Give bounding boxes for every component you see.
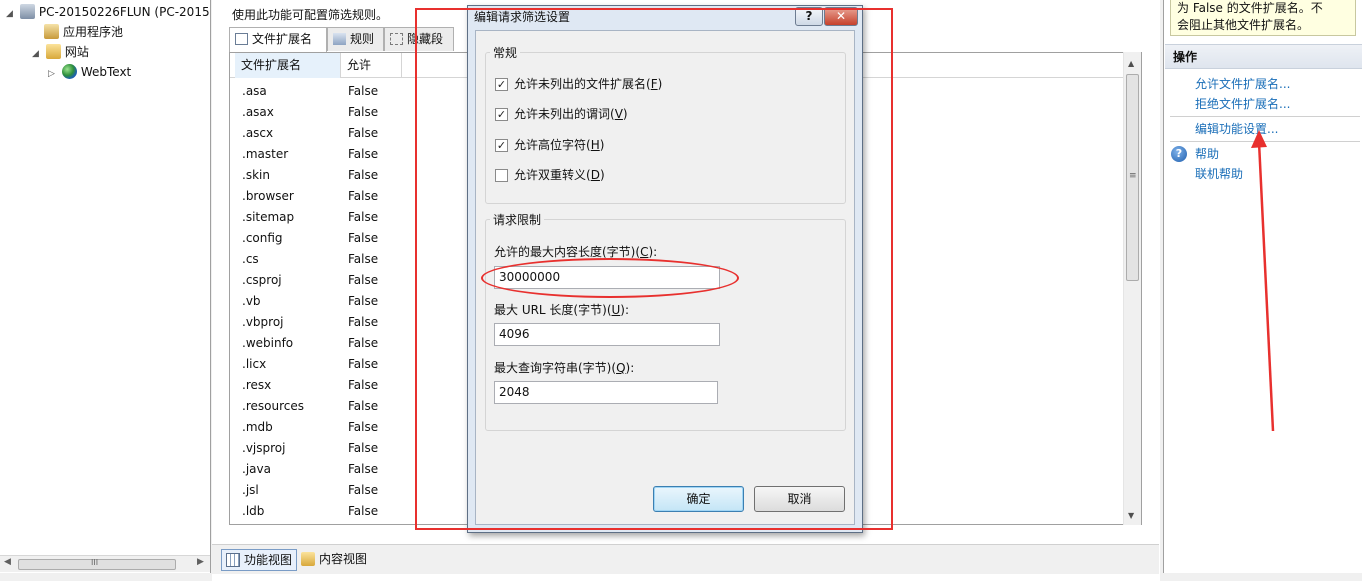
online-help-link[interactable]: 联机帮助 xyxy=(1195,166,1243,182)
tree-item-server[interactable]: ◢ PC-20150226FLUN (PC-2015 xyxy=(6,2,210,22)
allowed-cell: False xyxy=(348,147,379,161)
allowed-cell: False xyxy=(348,189,379,203)
annotation-ellipse xyxy=(481,258,739,298)
info-tip: 为 False 的文件扩展名。不 会阻止其他文件扩展名。 xyxy=(1170,0,1356,36)
document-icon xyxy=(235,33,248,45)
allowed-cell: False xyxy=(348,273,379,287)
expand-icon[interactable]: ▷ xyxy=(48,64,58,84)
allowed-cell: False xyxy=(348,210,379,224)
extension-cell: .webinfo xyxy=(242,336,294,350)
extension-cell: .master xyxy=(242,147,289,161)
allowed-cell: False xyxy=(348,105,379,119)
allowed-cell: False xyxy=(348,378,379,392)
rules-icon xyxy=(333,33,346,45)
scroll-up-icon[interactable]: ▲ xyxy=(1128,59,1134,68)
allowed-cell: False xyxy=(348,504,379,518)
thumb-grip: III xyxy=(91,558,99,567)
extension-cell: .csproj xyxy=(242,273,282,287)
divider xyxy=(1170,116,1360,117)
tree-horizontal-scrollbar[interactable]: ◀ III ▶ xyxy=(0,555,210,572)
allowed-cell: False xyxy=(348,84,379,98)
allowed-cell: False xyxy=(348,462,379,476)
collapse-icon[interactable]: ◢ xyxy=(6,4,16,24)
extension-cell: .licx xyxy=(242,357,267,371)
segments-icon xyxy=(390,33,403,45)
allow-extension-link[interactable]: 允许文件扩展名... xyxy=(1195,76,1290,92)
tab-label: 规则 xyxy=(350,32,375,46)
app-pool-icon xyxy=(44,24,59,39)
tab-file-extensions[interactable]: 文件扩展名 xyxy=(229,27,327,53)
tree-item-app-pools[interactable]: 应用程序池 xyxy=(44,22,123,42)
column-divider[interactable] xyxy=(401,53,402,78)
extension-cell: .vb xyxy=(242,294,261,308)
tab-label: 功能视图 xyxy=(244,553,293,567)
extension-cell: .browser xyxy=(242,189,294,203)
extension-cell: .vjsproj xyxy=(242,441,286,455)
tree-item-label: 应用程序池 xyxy=(63,25,124,39)
tab-label: 文件扩展名 xyxy=(252,32,313,46)
feature-description: 使用此功能可配置筛选规则。 xyxy=(232,8,389,22)
thumb-grip-icon: ≡ xyxy=(1129,171,1137,181)
features-view-icon xyxy=(226,553,240,567)
allowed-cell: False xyxy=(348,126,379,140)
extension-cell: .skin xyxy=(242,168,270,182)
extension-cell: .java xyxy=(242,462,271,476)
allowed-cell: False xyxy=(348,252,379,266)
sites-folder-icon xyxy=(45,44,61,59)
features-view-tab[interactable]: 功能视图 xyxy=(221,549,298,571)
extension-cell: .jsl xyxy=(242,483,259,497)
scroll-left-icon[interactable]: ◀ xyxy=(4,557,11,567)
scrollbar-thumb[interactable]: III xyxy=(18,558,176,570)
deny-extension-link[interactable]: 拒绝文件扩展名... xyxy=(1195,96,1290,112)
help-link[interactable]: 帮助 xyxy=(1195,146,1219,162)
allowed-cell: False xyxy=(348,441,379,455)
allowed-cell: False xyxy=(348,315,379,329)
extension-cell: .asax xyxy=(242,105,274,119)
content-view-icon xyxy=(301,552,315,566)
list-vertical-scrollbar[interactable]: ▲ ≡ ▼ xyxy=(1123,52,1141,525)
extension-cell: .ascx xyxy=(242,126,274,140)
extension-cell: .cs xyxy=(242,252,259,266)
connections-tree: ◢ PC-20150226FLUN (PC-2015 应用程序池 ◢ 网站 ▷ … xyxy=(0,0,211,573)
tree-item-webtext[interactable]: ▷ WebText xyxy=(48,62,131,82)
tip-line: 为 False 的文件扩展名。不 xyxy=(1177,1,1323,15)
extension-cell: .ldb xyxy=(242,504,265,518)
extension-cell: .config xyxy=(242,231,283,245)
scrollbar-thumb[interactable]: ≡ xyxy=(1126,74,1139,281)
tree-item-label: 网站 xyxy=(64,45,89,59)
allowed-cell: False xyxy=(348,231,379,245)
extension-cell: .mdb xyxy=(242,420,273,434)
extension-cell: .vbproj xyxy=(242,315,284,329)
column-header-extension[interactable]: 文件扩展名 xyxy=(235,53,341,78)
annotation-arrow xyxy=(1251,130,1275,432)
extension-cell: .asa xyxy=(242,84,267,98)
view-switcher: 功能视图 内容视图 xyxy=(212,544,1159,574)
extension-cell: .sitemap xyxy=(242,210,295,224)
scroll-down-icon[interactable]: ▼ xyxy=(1128,511,1134,520)
tree-item-label: PC-20150226FLUN (PC-2015 xyxy=(38,5,210,19)
allowed-cell: False xyxy=(348,357,379,371)
tab-rules[interactable]: 规则 xyxy=(327,27,384,51)
tree-item-sites[interactable]: ◢ 网站 xyxy=(32,42,89,62)
column-header-allowed[interactable]: 允许 xyxy=(341,53,401,78)
tip-line: 会阻止其他文件扩展名。 xyxy=(1177,18,1310,32)
computer-icon xyxy=(19,4,35,19)
collapse-icon[interactable]: ◢ xyxy=(32,44,42,64)
allowed-cell: False xyxy=(348,483,379,497)
allowed-cell: False xyxy=(348,294,379,308)
content-view-tab[interactable]: 内容视图 xyxy=(297,549,371,571)
globe-icon xyxy=(61,64,77,79)
help-icon: ? xyxy=(1171,146,1187,162)
extension-cell: .resx xyxy=(242,378,272,392)
allowed-cell: False xyxy=(348,420,379,434)
allowed-cell: False xyxy=(348,336,379,350)
actions-title: 操作 xyxy=(1165,44,1362,69)
scroll-right-icon[interactable]: ▶ xyxy=(197,557,204,567)
tree-item-label: WebText xyxy=(80,65,132,79)
extension-cell: .resources xyxy=(242,399,304,413)
allowed-cell: False xyxy=(348,399,379,413)
tab-label: 内容视图 xyxy=(319,552,368,566)
allowed-cell: False xyxy=(348,168,379,182)
